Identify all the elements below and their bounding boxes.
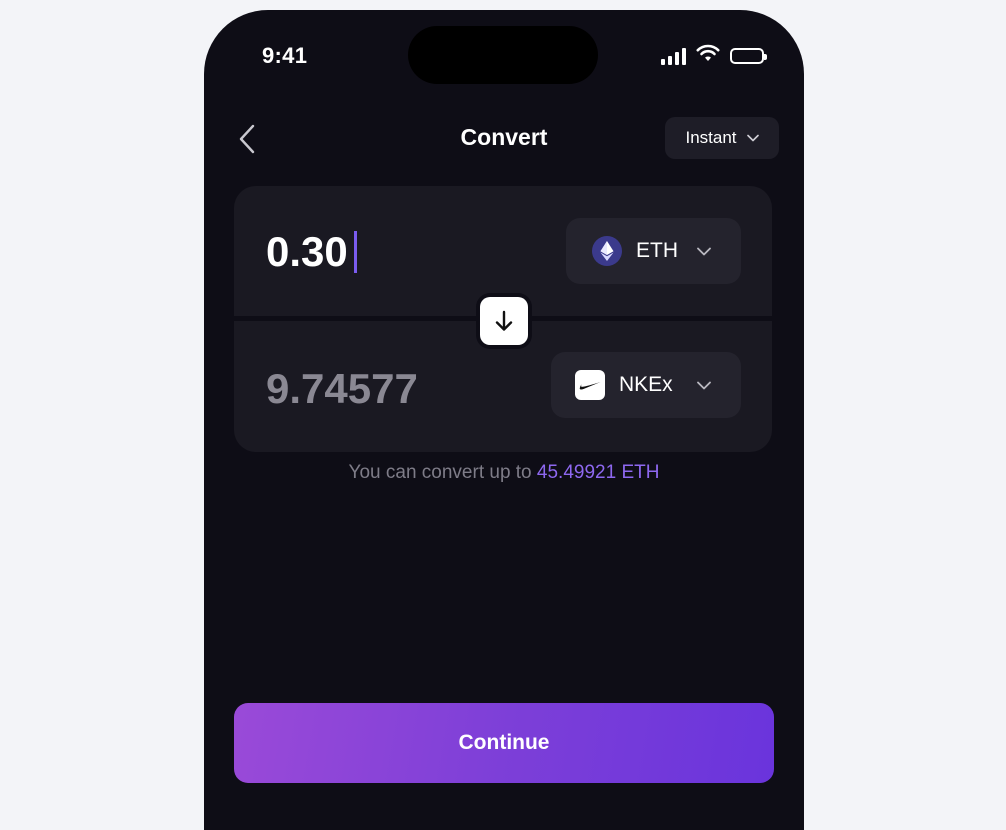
status-time: 9:41 [262, 43, 308, 68]
chevron-left-icon [239, 124, 255, 154]
arrow-down-icon [495, 310, 513, 331]
convert-limit-prefix: You can convert up to [348, 462, 532, 483]
conversion-mode-label: Instant [685, 128, 737, 147]
back-button[interactable] [232, 122, 262, 156]
ethereum-icon [592, 236, 622, 266]
chevron-down-icon [746, 134, 759, 142]
from-amount-input[interactable]: 0.30 [266, 228, 357, 276]
from-token-select[interactable]: ETH [566, 218, 741, 284]
status-icons [661, 44, 767, 67]
to-token-symbol: NKEx [619, 373, 673, 396]
to-token-select[interactable]: NKEx [551, 352, 741, 418]
battery-icon [730, 47, 767, 64]
from-amount-value: 0.30 [266, 228, 348, 275]
swap-direction-button[interactable] [480, 297, 528, 345]
to-amount-value: 9.74577 [266, 365, 418, 412]
signal-icon [661, 47, 686, 65]
nike-swoosh-icon [575, 370, 605, 400]
chevron-down-icon [697, 381, 711, 390]
convert-limit-text: You can convert up to 45.49921 ETH [204, 462, 804, 484]
continue-button[interactable]: Continue [234, 703, 774, 783]
dynamic-island [408, 26, 598, 84]
conversion-mode-dropdown[interactable]: Instant [665, 117, 779, 159]
chevron-down-icon [697, 247, 711, 256]
convert-limit-amount[interactable]: 45.49921 ETH [537, 462, 660, 483]
from-token-symbol: ETH [636, 239, 678, 262]
wifi-icon [696, 44, 720, 67]
text-caret [353, 231, 357, 273]
phone-screen: 9:41 Convert Instant 0.30 ETH 9.74577 NK… [204, 10, 804, 830]
